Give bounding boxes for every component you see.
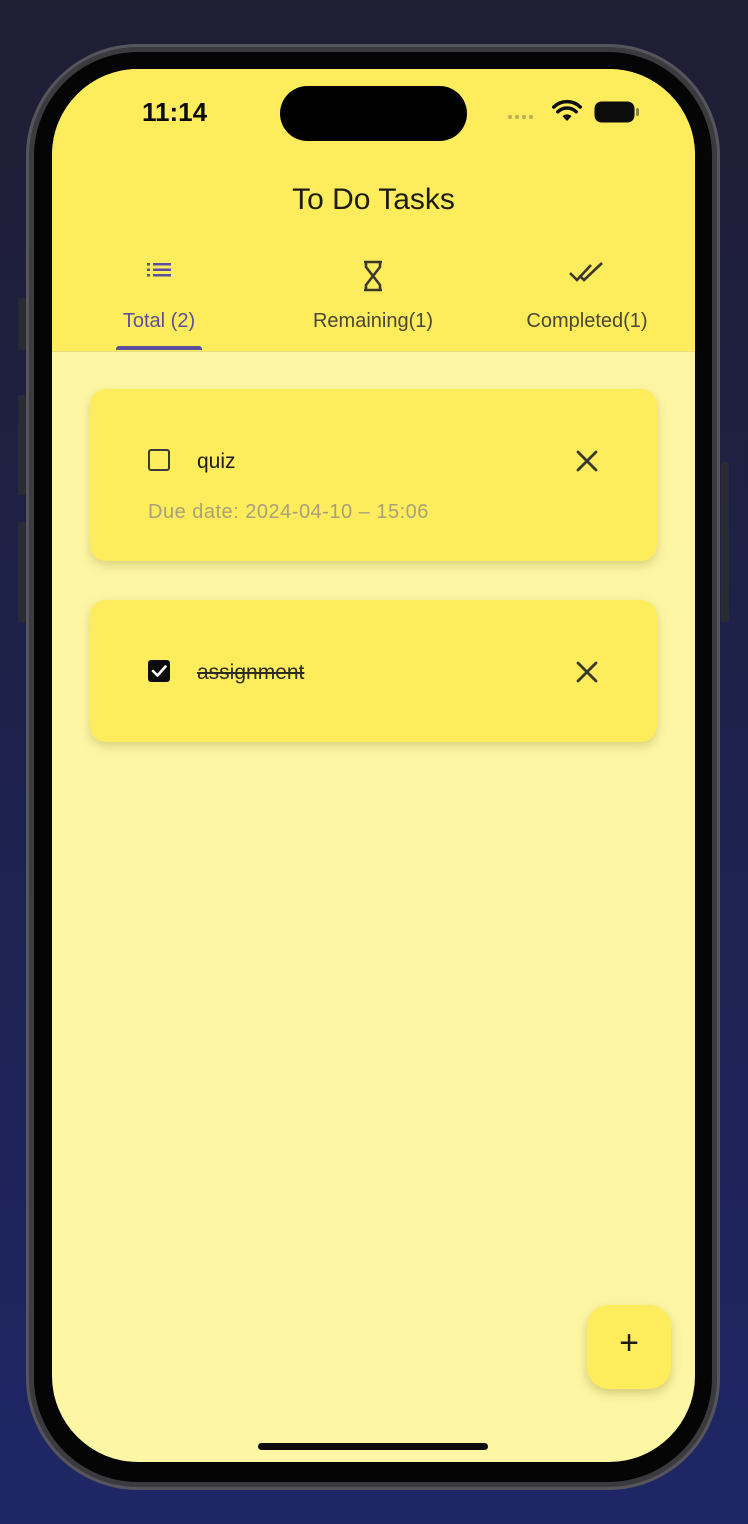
tab-remaining-label: Remaining(1) [312,310,434,332]
wifi-icon [552,99,582,121]
home-indicator[interactable] [258,1443,488,1450]
plus-icon: + [619,1324,639,1362]
task-checkbox-checked[interactable] [148,660,170,682]
list-icon [147,263,171,277]
task-card: assignment [90,600,657,742]
tab-remaining[interactable]: Remaining(1) [280,255,466,351]
tab-completed[interactable]: Completed(1) [498,255,676,351]
task-due-date: Due date: 2024-04-10 – 15:06 [148,501,429,523]
page-title: To Do Tasks [292,183,455,216]
tab-total-label: Total (2) [122,310,196,332]
app-screen: 11:14 To Do Tasks Total (2) Remaining(1)… [52,69,695,1462]
task-card: quiz Due date: 2024-04-10 – 15:06 [90,389,657,561]
tab-total[interactable]: Total (2) [102,255,216,351]
check-icon [151,665,167,677]
active-tab-indicator [116,346,202,350]
close-icon[interactable] [574,448,600,474]
cellular-signal-icon [508,115,533,119]
status-time: 11:14 [142,97,208,127]
done-all-icon [569,262,603,282]
volume-down-button [18,522,26,622]
silent-switch [18,298,26,350]
task-title: quiz [197,450,236,473]
volume-up-button [18,395,26,495]
dynamic-island [280,86,467,141]
task-title: assignment [197,661,305,684]
add-task-button[interactable]: + [587,1305,671,1389]
power-button [721,462,729,622]
app-bar: 11:14 To Do Tasks Total (2) Remaining(1)… [52,69,695,352]
hourglass-icon [364,260,382,292]
battery-icon [594,101,639,123]
close-icon[interactable] [574,659,600,685]
tab-completed-label: Completed(1) [526,310,648,332]
task-checkbox[interactable] [148,449,170,471]
